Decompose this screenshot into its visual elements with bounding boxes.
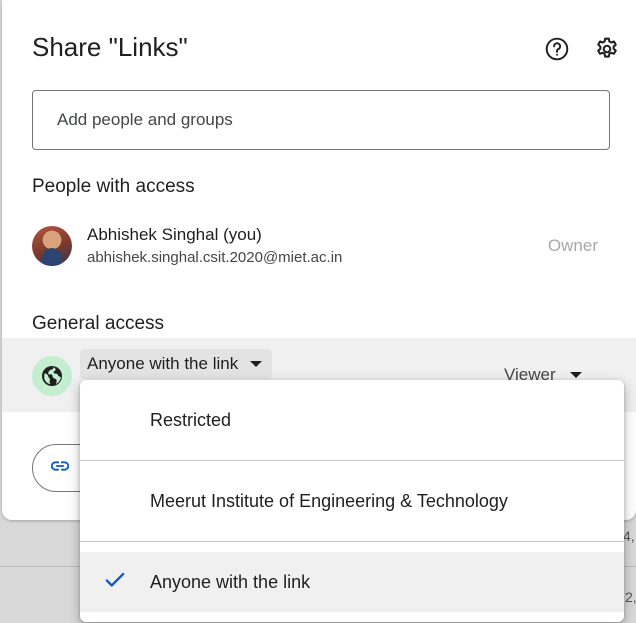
help-circle-icon[interactable]: [544, 36, 570, 62]
background-text-fragment: 2,: [625, 589, 636, 605]
owner-role-label: Owner: [547, 236, 598, 255]
checkmark-icon: [102, 567, 128, 598]
general-access-heading: General access: [32, 313, 165, 334]
globe-icon: [32, 356, 72, 396]
gear-icon[interactable]: [594, 36, 620, 62]
link-icon: [49, 455, 71, 482]
avatar: [32, 226, 72, 266]
menu-item-organization[interactable]: Meerut Institute of Engineering & Techno…: [80, 461, 624, 541]
general-access-selected: Anyone with the link: [87, 354, 239, 373]
background-text-fragment: 4,: [623, 528, 635, 544]
people-with-access-heading: People with access: [32, 176, 195, 197]
menu-divider: [80, 541, 624, 542]
add-people-input[interactable]: Add people and groups: [32, 90, 610, 150]
dialog-title: Share "Links": [32, 32, 188, 62]
menu-item-label: Restricted: [150, 409, 232, 430]
menu-item-restricted[interactable]: Restricted: [80, 380, 624, 460]
person-name: Abhishek Singhal (you): [87, 225, 262, 244]
menu-item-anyone-with-link[interactable]: Anyone with the link: [80, 552, 624, 612]
general-access-dropdown[interactable]: Anyone with the link: [80, 349, 273, 379]
access-options-menu: Restricted Meerut Institute of Engineeri…: [80, 380, 624, 622]
chevron-down-icon: [250, 361, 263, 367]
add-people-placeholder: Add people and groups: [57, 110, 233, 129]
chevron-down-icon: [569, 372, 582, 378]
menu-item-label: Meerut Institute of Engineering & Techno…: [150, 490, 508, 511]
person-email: abhishek.singhal.csit.2020@miet.ac.in: [87, 249, 343, 266]
menu-item-label: Anyone with the link: [150, 571, 311, 592]
